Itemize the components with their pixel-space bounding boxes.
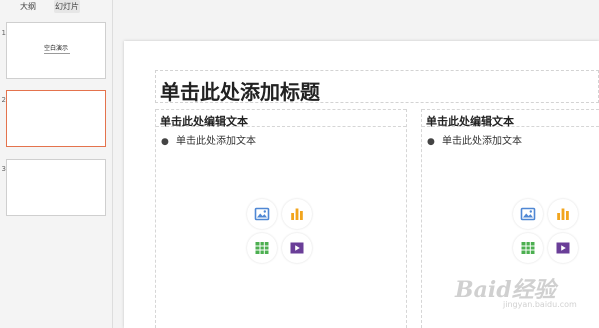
slide-thumbnail-2[interactable]	[6, 90, 106, 147]
insert-video-button[interactable]	[282, 233, 312, 263]
left-bullet-text-row: ● 单击此处添加文本	[161, 132, 256, 147]
bullet-icon: ●	[161, 137, 169, 147]
left-heading-text: 单击此处编辑文本	[160, 115, 248, 128]
right-heading-text: 单击此处编辑文本	[426, 115, 514, 128]
thumbnail-title: 空白演示	[43, 45, 68, 52]
tab-outline[interactable]: 大纲	[14, 0, 42, 13]
title-placeholder[interactable]: 单击此处添加标题	[155, 70, 599, 104]
right-heading-placeholder[interactable]: 单击此处编辑文本	[422, 109, 599, 128]
table-icon	[255, 242, 269, 254]
left-heading-placeholder[interactable]: 单击此处编辑文本	[156, 109, 406, 128]
insert-picture-button[interactable]	[247, 199, 277, 229]
table-icon	[521, 242, 535, 254]
insert-picture-button[interactable]	[513, 199, 543, 229]
insert-video-button[interactable]	[548, 233, 578, 263]
left-bullet-text: 单击此处添加文本	[176, 136, 257, 147]
insert-table-button[interactable]	[513, 233, 543, 263]
right-insert-icons	[513, 199, 583, 269]
picture-icon	[520, 207, 536, 221]
presentation-app: 大纲 幻灯片 1 空白演示 2 3 单击此处添加标题 单击此处编辑文本 ● 单击…	[0, 0, 599, 328]
left-insert-icons	[247, 199, 317, 269]
slide-thumbnail-3[interactable]	[6, 159, 106, 216]
right-bullet-text-row: ● 单击此处添加文本	[427, 132, 522, 147]
chart-icon	[291, 208, 303, 220]
slide-thumbnail-1[interactable]: 空白演示	[6, 22, 106, 79]
right-bullet-text: 单击此处添加文本	[442, 136, 523, 147]
title-placeholder-text: 单击此处添加标题	[160, 80, 320, 104]
chart-icon	[557, 208, 569, 220]
slide-panel: 大纲 幻灯片 1 空白演示 2 3	[0, 0, 113, 328]
watermark-sub-text: jingyan.baidu.com	[503, 300, 577, 309]
picture-icon	[254, 207, 270, 221]
baidu-jingyan-watermark: Baid经验 jingyan.baidu.com	[455, 262, 595, 312]
thumbnail-subtitle-line	[44, 53, 70, 54]
left-content-placeholder[interactable]: 单击此处编辑文本 ● 单击此处添加文本	[155, 109, 407, 328]
insert-chart-button[interactable]	[282, 199, 312, 229]
insert-chart-button[interactable]	[548, 199, 578, 229]
video-icon	[290, 242, 304, 254]
insert-table-button[interactable]	[247, 233, 277, 263]
tab-slides[interactable]: 幻灯片	[54, 0, 80, 13]
bullet-icon: ●	[427, 137, 435, 147]
video-icon	[556, 242, 570, 254]
